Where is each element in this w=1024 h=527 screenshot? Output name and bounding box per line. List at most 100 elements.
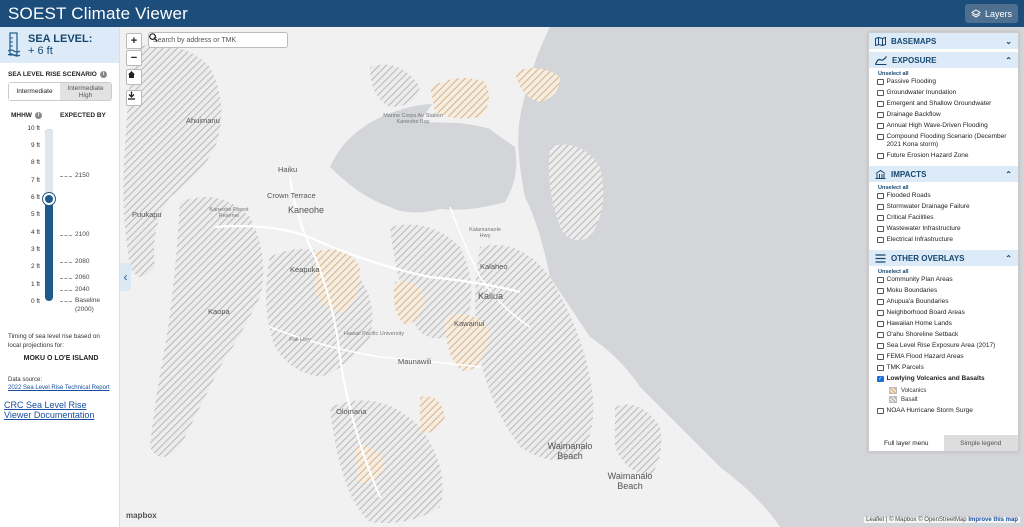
impacts-header[interactable]: IMPACTS ⌃: [869, 166, 1018, 182]
data-source-label: Data source:: [8, 377, 43, 383]
layer-item[interactable]: Wastewater Infrastructure: [869, 225, 1018, 236]
home-icon: [128, 71, 135, 78]
layer-label: Moku Boundaries: [886, 287, 938, 294]
checkbox[interactable]: [877, 287, 884, 294]
layer-label: Compound Flooding Scenario (December 202…: [886, 133, 1007, 148]
zoom-in-button[interactable]: +: [126, 33, 142, 49]
checkbox[interactable]: [877, 353, 884, 360]
collapse-sidebar-button[interactable]: ‹: [120, 263, 131, 291]
checkbox[interactable]: [877, 298, 884, 305]
checkbox[interactable]: [877, 236, 884, 243]
layer-label: TMK Parcels: [886, 364, 924, 371]
layers-button[interactable]: Layers: [964, 4, 1018, 23]
layer-item[interactable]: Hawaiian Home Lands: [869, 320, 1018, 331]
search-input[interactable]: Search by address or TMK: [153, 37, 236, 44]
search-box[interactable]: Search by address or TMK: [148, 32, 288, 48]
data-source-link[interactable]: 2022 Sea Level Rise Technical Report: [8, 385, 110, 391]
layer-item[interactable]: FEMA Flood Hazard Areas: [869, 353, 1018, 364]
checkbox[interactable]: [877, 276, 884, 283]
layer-label: Lowlying Volcanics and Basalts: [886, 375, 985, 382]
checkbox[interactable]: [877, 331, 884, 338]
layer-label: Groundwater Inundation: [886, 89, 957, 96]
osm-link[interactable]: © OpenStreetMap: [918, 517, 966, 523]
place-kalaheo: Kalaheo: [480, 262, 508, 271]
sea-level-sidebar: SEA LEVEL: + 6 ft SEA LEVEL RISE SCENARI…: [0, 27, 120, 527]
layer-item[interactable]: Passive Flooding: [869, 78, 1018, 89]
checkbox[interactable]: [877, 152, 884, 159]
basemaps-label: BASEMAPS: [891, 36, 937, 46]
tab-full-layer-menu[interactable]: Full layer menu: [869, 435, 944, 451]
zoom-out-button[interactable]: −: [126, 50, 142, 66]
layer-item[interactable]: Emergent and Shallow Groundwater: [869, 100, 1018, 111]
layer-item[interactable]: Critical Facilities: [869, 214, 1018, 225]
sea-level-header: SEA LEVEL: + 6 ft: [0, 27, 119, 63]
sea-level-slider-empty: [45, 129, 53, 199]
layer-item[interactable]: Sea Level Rise Exposure Area (2017): [869, 342, 1018, 353]
checkbox[interactable]: [877, 342, 884, 349]
place-maunawili: Maunawili: [398, 357, 432, 366]
checkbox[interactable]: [877, 203, 884, 210]
home-button[interactable]: [126, 69, 142, 85]
exposure-header[interactable]: EXPOSURE ⌃: [869, 52, 1018, 68]
layer-item[interactable]: Flooded Roads: [869, 192, 1018, 203]
checkbox[interactable]: [877, 364, 884, 371]
info-icon[interactable]: i: [34, 112, 42, 119]
leaflet-link[interactable]: Leaflet: [866, 517, 884, 523]
island-name: MOKU O LO'E ISLAND: [23, 355, 99, 362]
checkbox[interactable]: [877, 192, 884, 199]
basemaps-header[interactable]: BASEMAPS ⌄: [869, 33, 1018, 49]
map-icon: [875, 36, 886, 46]
other-overlays-header[interactable]: OTHER OVERLAYS ⌃: [869, 250, 1018, 266]
layer-item[interactable]: Moku Boundaries: [869, 287, 1018, 298]
tab-simple-legend[interactable]: Simple legend: [943, 435, 1018, 451]
layer-item[interactable]: TMK Parcels: [869, 364, 1018, 375]
sea-level-slider-handle[interactable]: [43, 193, 55, 205]
unselect-all-link[interactable]: Unselect all: [869, 182, 1018, 192]
layer-item[interactable]: NOAA Hurricane Storm Surge: [869, 407, 1018, 418]
checkbox[interactable]: [877, 133, 884, 140]
layer-item[interactable]: Future Erosion Hazard Zone: [869, 152, 1018, 163]
place-waimanalo-beach: Waimanalo Beach: [547, 441, 593, 461]
layer-item[interactable]: Community Plan Areas: [869, 276, 1018, 287]
info-icon[interactable]: i: [99, 71, 107, 78]
checkbox[interactable]: [877, 122, 884, 129]
layer-item[interactable]: Groundwater Inundation: [869, 89, 1018, 100]
checkbox[interactable]: [877, 89, 884, 96]
mapbox-link[interactable]: © Mapbox: [889, 517, 916, 523]
place-kawainui: Kawainui: [454, 319, 485, 328]
layer-item-lowlying-volcanics[interactable]: ✓ Lowlying Volcanics and Basalts: [869, 375, 1018, 386]
map-attribution: Leaflet | © Mapbox © OpenStreetMap Impro…: [864, 517, 1020, 523]
checkbox[interactable]: [877, 225, 884, 232]
layer-item[interactable]: Neighborhood Board Areas: [869, 309, 1018, 320]
checkbox[interactable]: [877, 214, 884, 221]
unselect-all-link[interactable]: Unselect all: [869, 68, 1018, 78]
legend-swatch-basalt: [889, 396, 897, 403]
layer-item[interactable]: Drainage Backflow: [869, 111, 1018, 122]
checkbox[interactable]: [877, 407, 884, 414]
scenario-intermediate-button[interactable]: Intermediate: [9, 83, 60, 100]
year-label: Baseline: [75, 297, 100, 304]
layer-item[interactable]: Electrical Infrastructure: [869, 236, 1018, 247]
layer-item[interactable]: Ahupua'a Boundaries: [869, 298, 1018, 309]
scenario-label: SEA LEVEL RISE SCENARIO: [8, 71, 97, 78]
download-button[interactable]: [126, 90, 142, 106]
layer-item[interactable]: Annual High Wave-Driven Flooding: [869, 122, 1018, 133]
legend-label: Volcanics: [901, 387, 927, 394]
year-tick: [60, 176, 72, 177]
improve-map-link[interactable]: Improve this map: [968, 517, 1018, 523]
scenario-intermediate-high-button[interactable]: Intermediate High: [60, 83, 111, 100]
year-tick: [60, 278, 72, 279]
checkbox[interactable]: [877, 78, 884, 85]
checkbox[interactable]: [877, 100, 884, 107]
documentation-link[interactable]: CRC Sea Level Rise Viewer Documentation: [4, 400, 116, 420]
layer-item[interactable]: Stormwater Drainage Failure: [869, 203, 1018, 214]
checkbox[interactable]: [877, 320, 884, 327]
layer-item[interactable]: O'ahu Shoreline Setback: [869, 331, 1018, 342]
checkbox[interactable]: [877, 111, 884, 118]
layer-label: Drainage Backflow: [886, 111, 941, 118]
unselect-all-link[interactable]: Unselect all: [869, 266, 1018, 276]
layer-item[interactable]: Compound Flooding Scenario (December 202…: [869, 133, 1018, 152]
checkbox-checked[interactable]: ✓: [877, 375, 884, 382]
checkbox[interactable]: [877, 309, 884, 316]
panel-tabs: Full layer menu Simple legend: [869, 435, 1018, 451]
